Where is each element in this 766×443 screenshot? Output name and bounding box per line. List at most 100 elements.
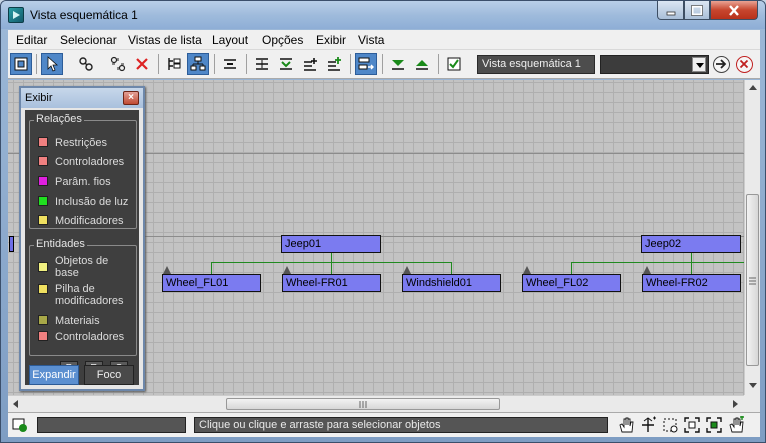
relation-swatch-3[interactable] (38, 196, 48, 206)
collapse-selected-button[interactable] (411, 53, 433, 75)
expand-selected-button[interactable] (387, 53, 409, 75)
toolbar-separator (158, 54, 159, 74)
zoom-icon[interactable] (640, 416, 658, 434)
move-children-button[interactable] (355, 53, 377, 75)
checklist-icon (447, 57, 461, 71)
menu-editar[interactable]: Editar (16, 33, 47, 47)
preferences-button[interactable] (443, 53, 465, 75)
horizontal-scrollbar[interactable] (8, 395, 744, 412)
arrange-selected-icon (280, 58, 292, 70)
schematic-view-window: Vista esquemática 1 Editar Selecionar Vi… (0, 0, 766, 443)
horizontal-scroll-thumb[interactable] (226, 398, 500, 410)
hierarchy-triangle-icon[interactable] (523, 266, 531, 274)
zoom-region-icon[interactable] (661, 416, 679, 434)
entity-swatch-3[interactable] (38, 331, 48, 341)
connection-wire (571, 262, 744, 263)
connection-wire (211, 262, 212, 274)
unlink-icon (110, 56, 126, 72)
go-to-view-button[interactable] (713, 56, 730, 73)
triangle-down-icon (392, 60, 404, 70)
scroll-corner (744, 395, 760, 412)
entity-label-1[interactable]: Pilha de modificadores (55, 283, 135, 307)
panel-title-bar[interactable]: Exibir × (21, 88, 143, 108)
delete-objects-button[interactable] (131, 53, 153, 75)
relation-swatch-4[interactable] (38, 215, 48, 225)
menu-opcoes[interactable]: Opções (262, 33, 303, 47)
node-wheel-fl01[interactable]: Wheel_FL01 (162, 274, 261, 292)
entity-label-3[interactable]: Controladores (55, 331, 124, 343)
view-selector-dropdown[interactable] (600, 55, 709, 74)
chevron-down-icon[interactable] (692, 57, 706, 72)
hierarchy-triangle-icon[interactable] (163, 266, 171, 274)
menu-exibir[interactable]: Exibir (316, 33, 346, 47)
hierarchy-triangle-icon[interactable] (403, 266, 411, 274)
references-mode-button[interactable] (187, 53, 209, 75)
entity-label-2[interactable]: Materiais (55, 315, 100, 327)
collapse-children-button[interactable] (299, 53, 321, 75)
arrange-selected-button[interactable] (275, 53, 297, 75)
entity-swatch-0[interactable] (38, 262, 48, 272)
entity-swatch-1[interactable] (38, 284, 48, 294)
node-wheel-fr01[interactable]: Wheel-FR01 (282, 274, 381, 292)
minimize-button[interactable] (657, 1, 684, 20)
hierarchy-triangle-icon[interactable] (643, 266, 651, 274)
relation-label-4[interactable]: Modificadores (55, 215, 123, 227)
panel-close-button[interactable]: × (123, 91, 139, 105)
pan-to-selected-icon[interactable] (727, 416, 745, 434)
triangle-up-icon (416, 60, 428, 70)
select-tool-button[interactable] (41, 53, 63, 75)
focus-button[interactable]: Foco (84, 365, 134, 385)
close-button[interactable] (710, 1, 758, 20)
hierarchy-triangle-icon[interactable] (283, 266, 291, 274)
scroll-right-icon[interactable] (733, 400, 738, 408)
display-floater-button[interactable] (10, 53, 32, 75)
scroll-down-icon[interactable] (749, 383, 757, 388)
view-name-field[interactable]: Vista esquemática 1 (477, 55, 595, 74)
menu-selecionar[interactable]: Selecionar (60, 33, 117, 47)
node-wheel-fl02[interactable]: Wheel_FL02 (522, 274, 621, 292)
relation-swatch-1[interactable] (38, 156, 48, 166)
hierarchy-icon (168, 58, 181, 70)
zoom-extents-selected-icon[interactable] (705, 416, 723, 434)
node-windshield01[interactable]: Windshield01 (402, 274, 501, 292)
app-icon (8, 7, 24, 23)
maximize-button[interactable] (684, 1, 710, 20)
relations-label: Relações (34, 113, 84, 125)
pan-icon[interactable] (617, 416, 635, 434)
toolbar-separator (438, 54, 439, 74)
arrange-children-button[interactable] (251, 53, 273, 75)
entity-swatch-2[interactable] (38, 315, 48, 325)
relation-swatch-0[interactable] (38, 137, 48, 147)
status-tool-icon[interactable] (11, 416, 29, 434)
expand-button[interactable]: Expandir (29, 365, 79, 385)
hierarchy-mode-button[interactable] (163, 53, 185, 75)
zoom-extents-icon[interactable] (683, 416, 701, 434)
relation-label-0[interactable]: Restrições (55, 137, 107, 149)
node-jeep02[interactable]: Jeep02 (641, 235, 741, 253)
scroll-left-icon[interactable] (13, 400, 18, 408)
panel-title: Exibir (25, 92, 53, 104)
menu-vista[interactable]: Vista (358, 33, 384, 47)
relation-swatch-2[interactable] (38, 176, 48, 186)
vertical-scroll-thumb[interactable] (746, 194, 759, 366)
node-wheel-fr02[interactable]: Wheel-FR02 (642, 274, 741, 292)
relation-label-3[interactable]: Inclusão de luz (55, 196, 128, 208)
entity-label-0[interactable]: Objetos de base (55, 255, 135, 279)
menu-vistas-de-lista[interactable]: Vistas de lista (128, 33, 202, 47)
node-jeep01[interactable]: Jeep01 (281, 235, 381, 253)
title-bar[interactable]: Vista esquemática 1 (1, 1, 765, 29)
scroll-up-icon[interactable] (749, 85, 757, 90)
menu-layout[interactable]: Layout (212, 33, 248, 47)
status-input-field[interactable] (37, 417, 186, 433)
close-icon (739, 59, 749, 69)
vertical-scrollbar[interactable] (744, 80, 760, 395)
references-icon (190, 56, 206, 71)
unlink-selected-button[interactable] (107, 53, 129, 75)
expand-children-button[interactable] (323, 53, 345, 75)
connect-button[interactable] (75, 53, 97, 75)
connection-wire (691, 253, 692, 262)
relation-label-2[interactable]: Parâm. fios (55, 176, 111, 188)
always-arrange-button[interactable] (219, 53, 241, 75)
relation-label-1[interactable]: Controladores (55, 156, 124, 168)
delete-view-button[interactable] (736, 56, 753, 73)
